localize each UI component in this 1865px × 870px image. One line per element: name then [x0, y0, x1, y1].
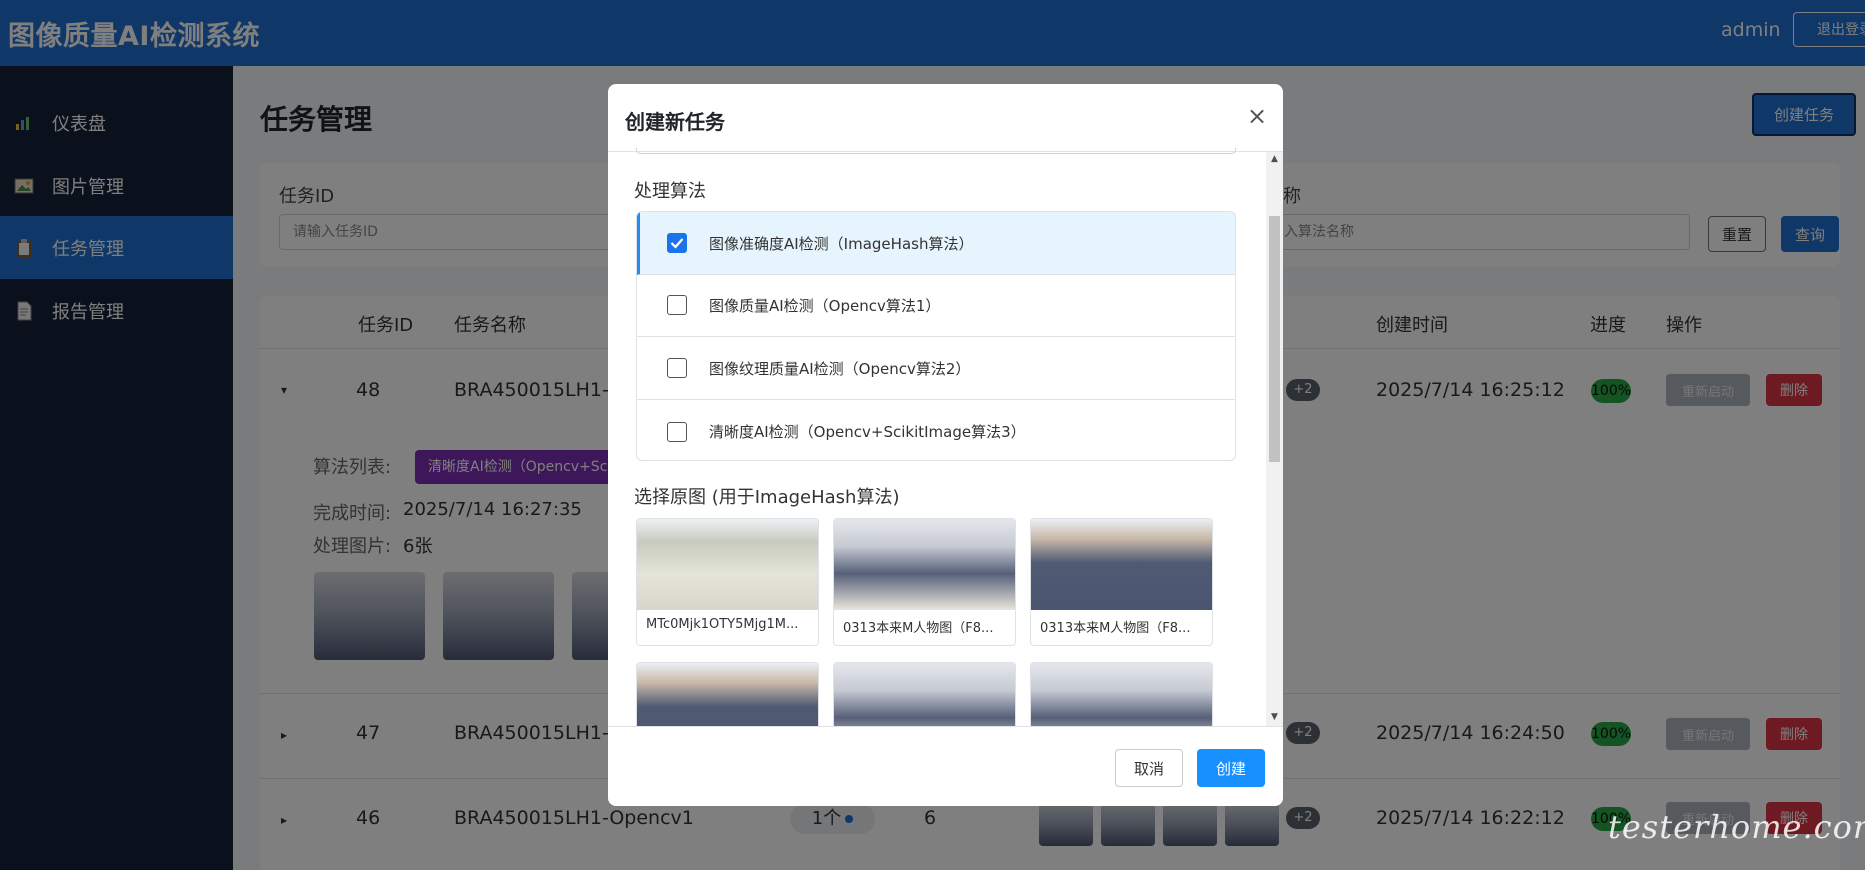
scroll-up-icon[interactable]: ▲	[1269, 154, 1280, 164]
image-thumbnail	[637, 663, 818, 726]
close-icon[interactable]: ×	[1246, 102, 1268, 130]
scroll-down-icon[interactable]: ▼	[1269, 712, 1280, 722]
checkbox-icon[interactable]	[667, 421, 687, 442]
algorithm-option-label: 图像质量AI检测（Opencv算法1）	[709, 296, 941, 315]
cancel-button[interactable]: 取消	[1115, 749, 1183, 787]
image-thumbnail	[637, 519, 818, 610]
image-caption: 0313本来M人物图（F8...	[1040, 621, 1191, 636]
create-button[interactable]: 创建	[1197, 749, 1265, 787]
image-card[interactable]	[1030, 662, 1213, 726]
algorithm-option[interactable]: 图像质量AI检测（Opencv算法1）	[637, 274, 1235, 337]
modal-body: 处理算法 图像准确度AI检测（ImageHash算法） 图像质量AI检测（Ope…	[608, 148, 1283, 726]
image-thumbnail	[834, 663, 1015, 726]
scrollbar-thumb[interactable]	[1269, 216, 1280, 462]
modal-title: 创建新任务	[625, 110, 725, 134]
algorithm-option-label: 图像准确度AI检测（ImageHash算法）	[709, 234, 974, 253]
image-card[interactable]: MTc0Mjk1OTY5Mjg1M...	[636, 518, 819, 646]
image-thumbnail	[834, 519, 1015, 610]
image-thumbnail	[1031, 519, 1212, 610]
image-thumbnail	[1031, 663, 1212, 726]
create-task-modal: 创建新任务 × 处理算法 图像准确度AI检测（ImageHash算法） 图像质量…	[608, 84, 1283, 806]
modal-scrollbar[interactable]: ▲ ▼	[1266, 152, 1283, 726]
algorithm-section-label: 处理算法	[634, 181, 706, 202]
image-grid: MTc0Mjk1OTY5Mjg1M... 0313本来M人物图（F8... 03…	[636, 518, 1236, 726]
checkbox-icon[interactable]	[667, 358, 687, 378]
algorithm-option-label: 图像纹理质量AI检测（Opencv算法2）	[709, 359, 971, 378]
image-caption: 0313本来M人物图（F8...	[843, 621, 994, 636]
algorithm-option[interactable]: 图像纹理质量AI检测（Opencv算法2）	[637, 337, 1235, 400]
algorithm-option-label: 清晰度AI检测（Opencv+ScikitImage算法3）	[709, 423, 1026, 441]
algorithm-list: 图像准确度AI检测（ImageHash算法） 图像质量AI检测（Opencv算法…	[636, 211, 1236, 461]
image-card[interactable]: 0313本来M人物图（F8...	[833, 518, 1016, 646]
image-card[interactable]: 0313本来M人物图（F8...	[1030, 518, 1213, 646]
algorithm-option[interactable]: 清晰度AI检测（Opencv+ScikitImage算法3）	[637, 400, 1235, 460]
algorithm-option[interactable]: 图像准确度AI检测（ImageHash算法）	[637, 212, 1235, 275]
image-section-label: 选择原图 (用于ImageHash算法)	[634, 487, 900, 508]
checkbox-checked-icon[interactable]	[667, 233, 687, 253]
previous-field-edge	[636, 148, 1236, 154]
watermark: testerhome.com	[1608, 808, 1865, 846]
modal-header: 创建新任务 ×	[608, 84, 1283, 152]
image-caption: MTc0Mjk1OTY5Mjg1M...	[646, 617, 799, 632]
modal-footer: 取消 创建	[608, 726, 1283, 806]
image-card[interactable]	[636, 662, 819, 726]
image-card[interactable]	[833, 662, 1016, 726]
checkbox-icon[interactable]	[667, 295, 687, 315]
